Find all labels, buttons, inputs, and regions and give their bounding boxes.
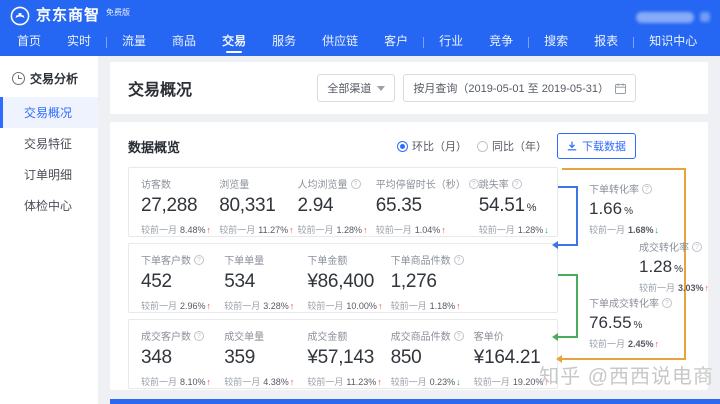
radio-year-over-year[interactable]: 同比（年） xyxy=(477,138,547,154)
up-arrow-icon: ↑ xyxy=(207,377,212,387)
info-icon[interactable]: ? xyxy=(469,179,479,189)
account-name-blurred[interactable] xyxy=(636,12,694,23)
nav-knowledge-center[interactable]: 知识中心 xyxy=(636,28,710,56)
metric-deal-customers: 成交客户数? 348 较前一月8.10%↑ xyxy=(141,328,224,388)
down-arrow-icon: ↓ xyxy=(544,225,549,235)
radio-month-over-month[interactable]: 环比（月） xyxy=(397,138,467,154)
up-arrow-icon: ↑ xyxy=(378,301,383,311)
sidebar: 交易分析 交易概况 交易特征 订单明细 体检中心 xyxy=(0,56,98,404)
brand-name: 京东商智 xyxy=(36,6,100,26)
calendar-icon xyxy=(615,83,626,94)
account-menu-icon[interactable] xyxy=(700,12,710,22)
metric-order-customers: 下单客户数? 452 较前一月2.96%↑ xyxy=(141,252,224,312)
download-icon xyxy=(567,141,577,151)
metric-empty xyxy=(474,252,557,312)
nav-divider xyxy=(423,37,424,48)
sidebar-item-trade-features[interactable]: 交易特征 xyxy=(0,128,98,159)
analysis-icon xyxy=(12,72,25,85)
nav-supply-chain[interactable]: 供应链 xyxy=(309,28,371,56)
metric-avg-stay-seconds: 平均停留时长（秒）? 65.35 较前一月1.04%↑ xyxy=(376,176,479,236)
nav-divider xyxy=(528,37,529,48)
sidebar-item-trade-overview[interactable]: 交易概况 xyxy=(0,97,98,128)
bracket-order-conversion xyxy=(558,186,578,246)
nav-realtime[interactable]: 实时 xyxy=(54,28,104,56)
up-arrow-icon: ↑ xyxy=(705,283,710,293)
page-title: 交易概况 xyxy=(128,76,192,100)
funnel-order-conversion: 下单转化率? 1.66% 较前一月1.68%↓ xyxy=(589,181,659,236)
up-arrow-icon: ↑ xyxy=(655,339,660,349)
data-overview-card: 数据概览 环比（月） 同比（年） 下载数据 访客数 27,288 xyxy=(110,122,708,390)
up-arrow-icon: ↑ xyxy=(207,301,212,311)
main-nav: 首页 实时 流量 商品 交易 服务 供应链 客户 行业 竞争 搜索 报表 知识中… xyxy=(0,28,720,56)
metric-deal-count: 成交单量 359 较前一月4.38%↑ xyxy=(224,328,307,388)
nav-divider xyxy=(106,37,107,48)
jd-dog-logo-icon xyxy=(10,6,30,26)
bracket-order-to-deal-conversion xyxy=(558,274,578,338)
up-arrow-icon: ↑ xyxy=(363,225,368,235)
info-icon[interactable]: ? xyxy=(454,255,464,265)
radio-dot-icon xyxy=(397,141,408,152)
metric-row-deals: 成交客户数? 348 较前一月8.10%↑ 成交单量 359 较前一月4.38%… xyxy=(128,319,558,389)
download-data-button[interactable]: 下载数据 xyxy=(557,133,636,159)
up-arrow-icon: ↑ xyxy=(290,377,295,387)
funnel-order-to-deal-conversion: 下单成交转化率? 76.55% 较前一月2.45%↑ xyxy=(589,295,672,350)
nav-products[interactable]: 商品 xyxy=(159,28,209,56)
brand[interactable]: 京东商智 免费版 xyxy=(10,6,130,26)
sidebar-item-order-details[interactable]: 订单明细 xyxy=(0,159,98,190)
sidebar-section-title: 交易分析 xyxy=(0,56,98,97)
info-icon[interactable]: ? xyxy=(454,331,464,341)
nav-transaction[interactable]: 交易 xyxy=(209,28,259,56)
bottom-blue-strip xyxy=(110,399,720,404)
info-icon[interactable]: ? xyxy=(512,179,522,189)
metric-views-per-visitor: 人均浏览量? 2.94 较前一月1.28%↑ xyxy=(298,176,376,236)
info-icon[interactable]: ? xyxy=(194,255,204,265)
info-icon[interactable]: ? xyxy=(194,331,204,341)
nav-service[interactable]: 服务 xyxy=(259,28,309,56)
info-icon[interactable]: ? xyxy=(692,242,702,252)
page-title-card: 交易概况 全部渠道 按月查询（2019-05-01 至 2019-05-31） xyxy=(110,62,708,114)
metric-order-amount: 下单金额 ¥86,400 较前一月10.00%↑ xyxy=(307,252,390,312)
radio-dot-icon xyxy=(477,141,488,152)
section-title: 数据概览 xyxy=(128,137,180,156)
info-icon[interactable]: ? xyxy=(642,184,652,194)
channel-select[interactable]: 全部渠道 xyxy=(317,74,395,102)
info-icon[interactable]: ? xyxy=(662,298,672,308)
up-arrow-icon: ↑ xyxy=(377,377,382,387)
app-header: 京东商智 免费版 首页 实时 流量 商品 交易 服务 供应链 客户 行业 竞争 … xyxy=(0,0,720,56)
watermark: 知乎 @西西说电商 xyxy=(539,360,714,389)
info-icon[interactable]: ? xyxy=(351,179,361,189)
metric-deal-items: 成交商品件数? 850 较前一月0.23%↓ xyxy=(391,328,474,388)
metric-order-items: 下单商品件数? 1,276 较前一月1.18%↑ xyxy=(391,252,474,312)
metric-order-count: 下单单量 534 较前一月3.28%↑ xyxy=(224,252,307,312)
down-arrow-icon: ↓ xyxy=(655,225,660,235)
metric-pageviews: 浏览量 80,331 较前一月11.27%↑ xyxy=(219,176,297,236)
metric-visitors: 访客数 27,288 较前一月8.48%↑ xyxy=(141,176,219,236)
date-range-picker[interactable]: 按月查询（2019-05-01 至 2019-05-31） xyxy=(403,74,636,102)
nav-traffic[interactable]: 流量 xyxy=(109,28,159,56)
nav-industry[interactable]: 行业 xyxy=(426,28,476,56)
nav-home[interactable]: 首页 xyxy=(4,28,54,56)
funnel-deal-conversion: 成交转化率? 1.28% 较前一月3.03%↑ xyxy=(639,239,709,294)
metric-row-traffic: 访客数 27,288 较前一月8.48%↑ 浏览量 80,331 较前一月11.… xyxy=(128,167,558,237)
nav-customer[interactable]: 客户 xyxy=(371,28,421,56)
nav-divider xyxy=(633,37,634,48)
up-arrow-icon: ↑ xyxy=(456,301,461,311)
metric-deal-amount: 成交金额 ¥57,143 较前一月11.23%↑ xyxy=(307,328,390,388)
up-arrow-icon: ↑ xyxy=(289,225,294,235)
chevron-down-icon xyxy=(377,86,385,91)
up-arrow-icon: ↑ xyxy=(441,225,446,235)
nav-competition[interactable]: 竞争 xyxy=(476,28,526,56)
metric-bounce-rate: 跳失率? 54.51% 较前一月1.28%↓ xyxy=(479,176,557,236)
metric-row-orders: 下单客户数? 452 较前一月2.96%↑ 下单单量 534 较前一月3.28%… xyxy=(128,243,558,313)
nav-search[interactable]: 搜索 xyxy=(531,28,581,56)
down-arrow-icon: ↓ xyxy=(456,377,461,387)
up-arrow-icon: ↑ xyxy=(290,301,295,311)
up-arrow-icon: ↑ xyxy=(207,225,212,235)
sidebar-item-health-center[interactable]: 体检中心 xyxy=(0,190,98,221)
nav-reports[interactable]: 报表 xyxy=(581,28,631,56)
free-badge: 免费版 xyxy=(106,7,130,18)
